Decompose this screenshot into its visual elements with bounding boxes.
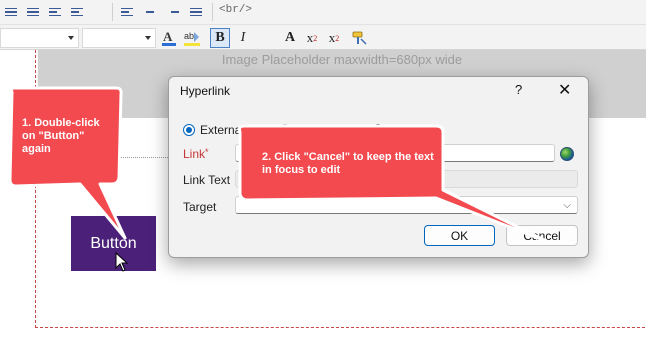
radio-internal-link-label: Internal Link bbox=[296, 123, 362, 137]
radio-external-link[interactable] bbox=[183, 124, 195, 136]
dialog-title: Hyperlink bbox=[180, 84, 231, 98]
chevron-down-icon: ⌵ bbox=[563, 200, 571, 211]
toolbar-separator bbox=[212, 3, 213, 21]
justify-icon[interactable] bbox=[187, 3, 205, 21]
radio-email[interactable] bbox=[371, 124, 384, 136]
svg-text:A: A bbox=[163, 29, 173, 44]
subscript-button[interactable]: x2 bbox=[324, 28, 344, 48]
highlight-icon[interactable]: ab bbox=[181, 28, 203, 48]
chevron-down-icon bbox=[145, 36, 151, 40]
svg-text:ab: ab bbox=[184, 31, 194, 41]
link-label: Link* bbox=[183, 147, 209, 161]
superscript-button[interactable]: x2 bbox=[302, 28, 322, 48]
link-text-label: Link Text bbox=[183, 173, 231, 187]
format-painter-icon[interactable] bbox=[349, 28, 369, 48]
help-button[interactable]: ? bbox=[515, 82, 522, 97]
callout-step-1: 1. Double-click on "Button" again bbox=[22, 117, 100, 155]
cancel-button[interactable]: Cancel bbox=[506, 225, 578, 246]
toolbar-row-1: <br/> bbox=[0, 0, 646, 24]
bold-button[interactable]: B bbox=[210, 28, 230, 48]
subscript-mark: 2 bbox=[335, 33, 340, 43]
indent-icon[interactable] bbox=[68, 3, 86, 21]
align-center-icon[interactable] bbox=[141, 3, 159, 21]
outdent-icon[interactable] bbox=[46, 3, 64, 21]
align-right-icon[interactable] bbox=[164, 3, 182, 21]
link-label-text: Link bbox=[183, 147, 206, 161]
font-family-select[interactable] bbox=[0, 28, 79, 48]
mouse-pointer-icon bbox=[115, 252, 129, 272]
superscript-mark: 2 bbox=[313, 33, 318, 43]
toolbar-row-2: A ab B I A x2 x2 bbox=[0, 24, 646, 50]
font-size-select[interactable] bbox=[82, 28, 156, 48]
target-label: Target bbox=[183, 200, 217, 214]
font-color-icon[interactable]: A bbox=[159, 28, 179, 48]
content-divider bbox=[38, 157, 178, 158]
radio-email-label: Email bbox=[388, 123, 419, 137]
editor-toolbar: <br/> A ab B I A x2 x2 bbox=[0, 0, 646, 50]
bullet-list-icon[interactable] bbox=[2, 3, 20, 21]
required-marker: * bbox=[205, 147, 209, 157]
radio-external-link-label: External Link bbox=[200, 123, 270, 137]
align-left-icon[interactable] bbox=[118, 3, 136, 21]
target-select[interactable]: ⌵ bbox=[235, 196, 578, 214]
content-button[interactable]: Button bbox=[71, 216, 156, 271]
italic-button[interactable]: I bbox=[233, 28, 253, 48]
toolbar-separator bbox=[112, 3, 113, 21]
globe-icon[interactable] bbox=[560, 147, 574, 161]
radio-internal-link[interactable] bbox=[279, 124, 292, 136]
numbered-list-icon[interactable] bbox=[24, 3, 42, 21]
chevron-down-icon bbox=[68, 36, 74, 40]
ok-button[interactable]: OK bbox=[424, 225, 495, 246]
close-icon[interactable]: ✕ bbox=[558, 80, 571, 100]
image-placeholder-text: Image Placeholder maxwidth=680px wide bbox=[221, 52, 463, 67]
callout-step-2: 2. Click "Cancel" to keep the text in fo… bbox=[262, 151, 434, 176]
text-style-button[interactable]: A bbox=[280, 28, 300, 48]
insert-line-break-button[interactable]: <br/> bbox=[219, 4, 252, 16]
link-type-group: External Link Internal Link Email bbox=[183, 122, 429, 138]
